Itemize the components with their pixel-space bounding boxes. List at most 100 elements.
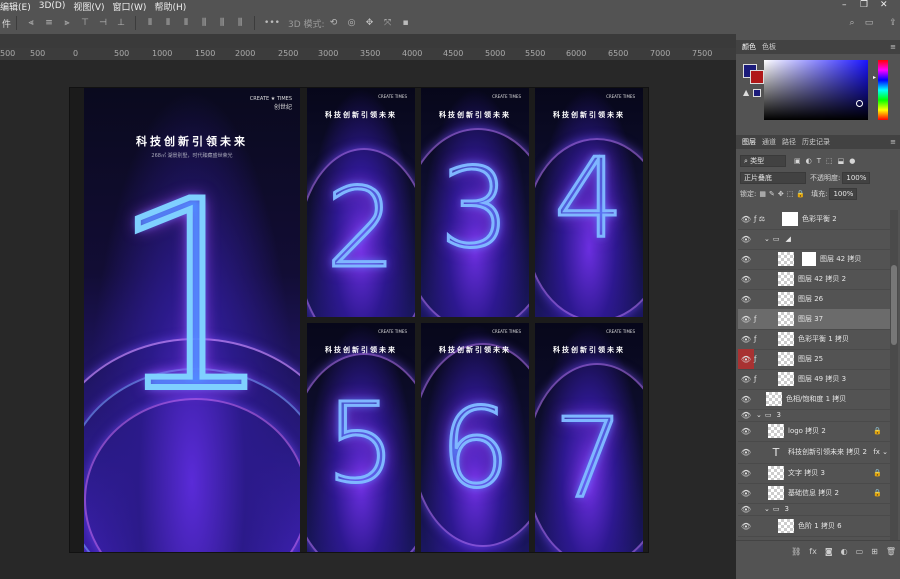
align-top-icon[interactable]: ⊤ xyxy=(80,18,90,28)
lock-position-icon[interactable]: ✥ xyxy=(778,190,784,198)
options-file-label[interactable]: 件 xyxy=(2,17,11,30)
eye-icon[interactable]: 👁 xyxy=(738,516,754,536)
layer-row[interactable]: 👁 图层 26 xyxy=(738,289,890,310)
eye-icon[interactable]: 👁 xyxy=(738,503,754,515)
color-picker-cursor[interactable] xyxy=(856,100,863,107)
eye-icon[interactable]: 👁 xyxy=(738,269,754,289)
eye-icon[interactable]: 👁 xyxy=(738,421,754,441)
menu-help[interactable]: 帮助(H) xyxy=(154,0,186,13)
layer-row[interactable]: 👁 图层 42 拷贝 xyxy=(738,249,890,270)
tab-paths[interactable]: 路径 xyxy=(782,137,796,147)
adjustment-filter-icon[interactable]: ◐ xyxy=(806,157,812,165)
search-icon[interactable]: ⌕ xyxy=(847,18,857,28)
hue-slider-handle[interactable]: ▸ xyxy=(873,74,876,81)
color-field[interactable] xyxy=(764,60,868,120)
eye-icon[interactable]: 👁 xyxy=(738,329,754,349)
3d-slide-icon[interactable]: ⤧ xyxy=(383,18,393,28)
layer-group-row[interactable]: 👁 ⌄ ▭ 3 xyxy=(738,503,890,516)
menu-edit[interactable]: 编辑(E) xyxy=(0,0,31,13)
layer-row[interactable]: 👁 ƒ 图层 49 拷贝 3 xyxy=(738,369,890,390)
panel-menu-icon[interactable]: ≡ xyxy=(890,138,896,146)
layer-row[interactable]: 👁 ƒ 图层 25 xyxy=(738,349,890,370)
layer-row[interactable]: 👁 ƒ ⚖ 色彩平衡 2 xyxy=(738,209,890,230)
lock-all-icon[interactable]: 🔒 xyxy=(796,190,805,198)
align-bottom-icon[interactable]: ⊥ xyxy=(116,18,126,28)
layer-row[interactable]: 👁 文字 拷贝 3 🔒 xyxy=(738,463,890,484)
hue-slider[interactable] xyxy=(878,60,888,120)
align-left-icon[interactable]: ⫷ xyxy=(26,18,36,28)
panel-menu-icon[interactable]: ≡ xyxy=(890,43,896,51)
restore-icon[interactable]: ❐ xyxy=(860,0,868,10)
minimize-icon[interactable]: – xyxy=(842,0,847,10)
eye-icon[interactable]: 👁 xyxy=(738,442,754,462)
pixel-filter-icon[interactable]: ▣ xyxy=(794,157,801,165)
smart-filter-icon[interactable]: ⬓ xyxy=(838,157,845,165)
more-options-icon[interactable]: ••• xyxy=(264,18,280,28)
distribute-middle-icon[interactable]: ⫴ xyxy=(163,18,173,28)
chevron-down-icon[interactable]: ⌄ xyxy=(764,505,770,513)
tab-channels[interactable]: 通道 xyxy=(762,137,776,147)
share-icon[interactable]: ⇪ xyxy=(888,18,898,28)
eye-icon[interactable]: 👁 xyxy=(738,369,754,389)
layer-row[interactable]: 👁 基础信息 拷贝 2 🔒 xyxy=(738,483,890,504)
tab-history[interactable]: 历史记录 xyxy=(802,137,830,147)
opacity-field[interactable]: 100% xyxy=(842,172,871,184)
lock-transparent-icon[interactable]: ▦ xyxy=(759,190,766,198)
lock-artboard-icon[interactable]: ⬚ xyxy=(787,190,794,198)
3d-scale-icon[interactable]: ▪ xyxy=(401,18,411,28)
eye-icon[interactable]: 👁 xyxy=(738,483,754,503)
layer-row[interactable]: 👁 色阶 1 拷贝 6 xyxy=(738,516,890,537)
layer-filter-select[interactable]: ⌕ 类型 xyxy=(740,155,786,167)
type-filter-icon[interactable]: T xyxy=(817,157,821,165)
filter-toggle-icon[interactable]: ● xyxy=(849,157,855,165)
eye-icon[interactable]: 👁 xyxy=(738,289,754,309)
delete-layer-icon[interactable]: 🗑 xyxy=(886,547,896,556)
distribute-bottom-icon[interactable]: ⫴ xyxy=(181,18,191,28)
blend-mode-select[interactable]: 正片叠底 xyxy=(740,172,806,184)
layer-row[interactable]: 👁 ƒ 色彩平衡 1 拷贝 xyxy=(738,329,890,350)
fx-icon[interactable]: fx xyxy=(809,547,817,556)
adjustment-layer-icon[interactable]: ◐ xyxy=(841,547,848,556)
layers-scrollbar-thumb[interactable] xyxy=(891,265,897,345)
background-swatch[interactable] xyxy=(750,70,764,84)
tab-layers[interactable]: 图层 xyxy=(742,137,756,147)
distribute-center-icon[interactable]: ⫼ xyxy=(217,18,227,28)
distribute-left-icon[interactable]: ⫼ xyxy=(199,18,209,28)
new-layer-icon[interactable]: ⊞ xyxy=(871,547,878,556)
eye-icon[interactable]: 👁 xyxy=(738,229,754,249)
tab-swatches[interactable]: 色板 xyxy=(762,42,776,52)
align-right-icon[interactable]: ⫸ xyxy=(62,18,72,28)
eye-icon[interactable]: 👁 xyxy=(738,309,754,329)
eye-icon[interactable]: 👁 xyxy=(738,349,754,369)
add-mask-icon[interactable]: ◙ xyxy=(825,547,833,556)
layer-row[interactable]: 👁 logo 拷贝 2 🔒 xyxy=(738,421,890,442)
link-layers-icon[interactable]: ⛓ xyxy=(791,547,801,556)
new-group-icon[interactable]: ▭ xyxy=(856,547,864,556)
3d-rotate-icon[interactable]: ⟲ xyxy=(329,18,339,28)
warning-icon[interactable]: ▲ xyxy=(743,88,749,97)
layer-row[interactable]: 👁 色相/饱和度 1 拷贝 xyxy=(738,389,890,410)
layer-row-selected[interactable]: 👁 ƒ 图层 37 xyxy=(738,309,890,330)
layers-scrollbar[interactable] xyxy=(890,210,898,540)
3d-pan-icon[interactable]: ✥ xyxy=(365,18,375,28)
layer-group-row[interactable]: 👁 ⌄ ▭ ◢ xyxy=(738,229,890,250)
fx-icon[interactable]: fx ⌄ xyxy=(873,448,888,456)
lock-pixels-icon[interactable]: ✎ xyxy=(769,190,775,198)
menu-view[interactable]: 视图(V) xyxy=(73,0,104,13)
align-center-icon[interactable]: ≡ xyxy=(44,18,54,28)
eye-icon[interactable]: 👁 xyxy=(738,249,754,269)
fill-field[interactable]: 100% xyxy=(829,188,858,200)
tab-color[interactable]: 颜色 xyxy=(742,42,756,52)
eye-icon[interactable]: 👁 xyxy=(738,389,754,409)
web-safe-icon[interactable] xyxy=(753,89,761,97)
3d-roll-icon[interactable]: ◎ xyxy=(347,18,357,28)
distribute-top-icon[interactable]: ⫴ xyxy=(145,18,155,28)
eye-icon[interactable]: 👁 xyxy=(738,209,754,229)
chevron-down-icon[interactable]: ⌄ xyxy=(764,235,770,243)
distribute-right-icon[interactable]: ⫼ xyxy=(235,18,245,28)
workspace-icon[interactable]: ▭ xyxy=(864,18,874,28)
eye-icon[interactable]: 👁 xyxy=(738,463,754,483)
layer-row[interactable]: 👁 图层 42 拷贝 2 xyxy=(738,269,890,290)
menu-window[interactable]: 窗口(W) xyxy=(113,0,147,13)
menu-3d[interactable]: 3D(D) xyxy=(39,1,66,11)
